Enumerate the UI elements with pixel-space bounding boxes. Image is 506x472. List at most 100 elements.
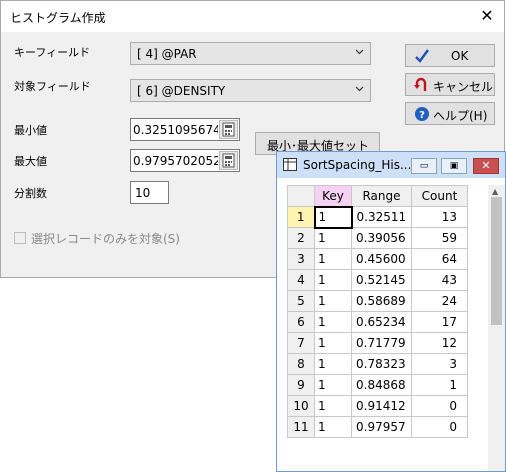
divisions-value: 10 xyxy=(135,186,151,200)
close-icon[interactable]: ✕ xyxy=(474,5,500,27)
cell-range[interactable]: 0.52145 xyxy=(351,269,412,291)
corner-cell xyxy=(287,185,315,207)
cancel-label: キャンセル xyxy=(433,80,494,94)
table-row[interactable]: 3 1 0.45600 64 xyxy=(287,248,468,270)
grid-window-title: SortSpacing_His... xyxy=(303,158,412,172)
target-field-label: 対象フィールド xyxy=(14,80,91,93)
table-row[interactable]: 11 1 0.97957 0 xyxy=(287,416,468,438)
cell-key[interactable]: 1 xyxy=(314,227,352,249)
key-field-value: [ 4] @PAR xyxy=(137,47,197,61)
cell-range[interactable]: 0.32511 xyxy=(351,206,412,228)
calculator-icon[interactable] xyxy=(219,151,238,170)
cell-count[interactable]: 43 xyxy=(411,269,468,291)
selected-only-checkbox[interactable] xyxy=(14,232,26,244)
ok-button[interactable]: OK xyxy=(405,44,495,67)
cell-key[interactable]: 1 xyxy=(314,248,352,270)
row-number[interactable]: 7 xyxy=(287,332,315,354)
row-number[interactable]: 11 xyxy=(287,416,315,438)
column-header-key[interactable]: Key xyxy=(314,185,352,207)
table-row[interactable]: 10 1 0.91412 0 xyxy=(287,395,468,417)
row-number[interactable]: 8 xyxy=(287,353,315,375)
max-value: 0.9795702052 xyxy=(133,154,218,168)
row-number[interactable]: 4 xyxy=(287,269,315,291)
table-row[interactable]: 1 1 0.32511 13 xyxy=(287,205,468,229)
table-row[interactable]: 4 1 0.52145 43 xyxy=(287,269,468,291)
key-field-select[interactable]: [ 4] @PAR xyxy=(130,42,371,65)
svg-text:?: ? xyxy=(419,110,425,121)
row-number[interactable]: 5 xyxy=(287,290,315,312)
cell-count[interactable]: 13 xyxy=(411,206,468,228)
table-header-row: Key Range Count xyxy=(287,185,468,207)
cell-key[interactable]: 1 xyxy=(314,332,352,354)
cell-key[interactable]: 1 xyxy=(314,290,352,312)
row-number[interactable]: 9 xyxy=(287,374,315,396)
cell-key[interactable]: 1 xyxy=(314,353,352,375)
cell-range[interactable]: 0.97957 xyxy=(351,416,412,438)
scroll-up-icon[interactable]: ▲ xyxy=(492,187,498,196)
cell-range[interactable]: 0.78323 xyxy=(351,353,412,375)
cell-count[interactable]: 24 xyxy=(411,290,468,312)
maximize-icon[interactable]: ▣ xyxy=(441,158,467,174)
cancel-button[interactable]: キャンセル xyxy=(405,73,495,96)
dialog-titlebar: ヒストグラム作成 ✕ xyxy=(1,1,504,32)
cell-range[interactable]: 0.45600 xyxy=(351,248,412,270)
row-number[interactable]: 10 xyxy=(287,395,315,417)
chevron-down-icon xyxy=(355,86,364,92)
cell-count[interactable]: 3 xyxy=(411,353,468,375)
chevron-down-icon xyxy=(355,49,364,55)
dialog-title: ヒストグラム作成 xyxy=(10,11,106,25)
histogram-table: Key Range Count 1 1 0.32511 13 2 1 0.39056 59 3 1… xyxy=(287,185,468,438)
histogram-grid-window: SortSpacing_His... ▭ ▣ ✕ Key Range Count… xyxy=(276,151,506,472)
cell-key[interactable]: 1 xyxy=(314,374,352,396)
cell-count[interactable]: 64 xyxy=(411,248,468,270)
min-value: 0.3251095674 xyxy=(133,123,218,137)
cell-key[interactable]: 1 xyxy=(314,269,352,291)
divisions-input[interactable]: 10 xyxy=(130,181,169,204)
column-header-count[interactable]: Count xyxy=(411,185,468,207)
row-number[interactable]: 1 xyxy=(287,206,315,228)
cell-count[interactable]: 0 xyxy=(411,395,468,417)
table-row[interactable]: 2 1 0.39056 59 xyxy=(287,227,468,249)
column-header-range[interactable]: Range xyxy=(351,185,412,207)
cell-range[interactable]: 0.58689 xyxy=(351,290,412,312)
table-row[interactable]: 9 1 0.84868 1 xyxy=(287,374,468,396)
min-input[interactable]: 0.3251095674 xyxy=(130,118,240,141)
cell-range[interactable]: 0.84868 xyxy=(351,374,412,396)
minimize-icon[interactable]: ▭ xyxy=(411,158,437,174)
table-icon xyxy=(283,158,297,171)
help-icon: ? xyxy=(415,107,429,121)
help-label: ヘルプ(H) xyxy=(433,109,488,123)
selected-only-label: 選択レコードのみを対象(S) xyxy=(31,232,180,246)
scrollbar-thumb[interactable] xyxy=(491,197,502,325)
table-row[interactable]: 8 1 0.78323 3 xyxy=(287,353,468,375)
checkmark-icon xyxy=(415,49,429,63)
table-row[interactable]: 6 1 0.65234 17 xyxy=(287,311,468,333)
row-number[interactable]: 6 xyxy=(287,311,315,333)
target-field-select[interactable]: [ 6] @DENSITY xyxy=(130,79,371,102)
cell-range[interactable]: 0.71779 xyxy=(351,332,412,354)
cell-range[interactable]: 0.65234 xyxy=(351,311,412,333)
cell-key[interactable]: 1 xyxy=(314,416,352,438)
target-field-value: [ 6] @DENSITY xyxy=(137,84,226,98)
max-input[interactable]: 0.9795702052 xyxy=(130,149,240,172)
cell-count[interactable]: 59 xyxy=(411,227,468,249)
cell-count[interactable]: 12 xyxy=(411,332,468,354)
row-number[interactable]: 2 xyxy=(287,227,315,249)
cell-count[interactable]: 17 xyxy=(411,311,468,333)
table-row[interactable]: 7 1 0.71779 12 xyxy=(287,332,468,354)
vertical-scrollbar[interactable]: ▲ xyxy=(488,185,505,471)
cell-range[interactable]: 0.39056 xyxy=(351,227,412,249)
cell-key[interactable]: 1 xyxy=(314,311,352,333)
row-number[interactable]: 3 xyxy=(287,248,315,270)
cell-count[interactable]: 1 xyxy=(411,374,468,396)
table-row[interactable]: 5 1 0.58689 24 xyxy=(287,290,468,312)
cell-range[interactable]: 0.91412 xyxy=(351,395,412,417)
cell-key[interactable]: 1 xyxy=(314,395,352,417)
close-icon[interactable]: ✕ xyxy=(473,158,499,174)
undo-icon xyxy=(414,77,427,91)
max-label: 最大値 xyxy=(14,155,47,168)
help-button[interactable]: ? ヘルプ(H) xyxy=(405,102,495,125)
calculator-icon[interactable] xyxy=(219,120,238,139)
cell-key[interactable]: 1 xyxy=(313,205,353,229)
cell-count[interactable]: 0 xyxy=(411,416,468,438)
